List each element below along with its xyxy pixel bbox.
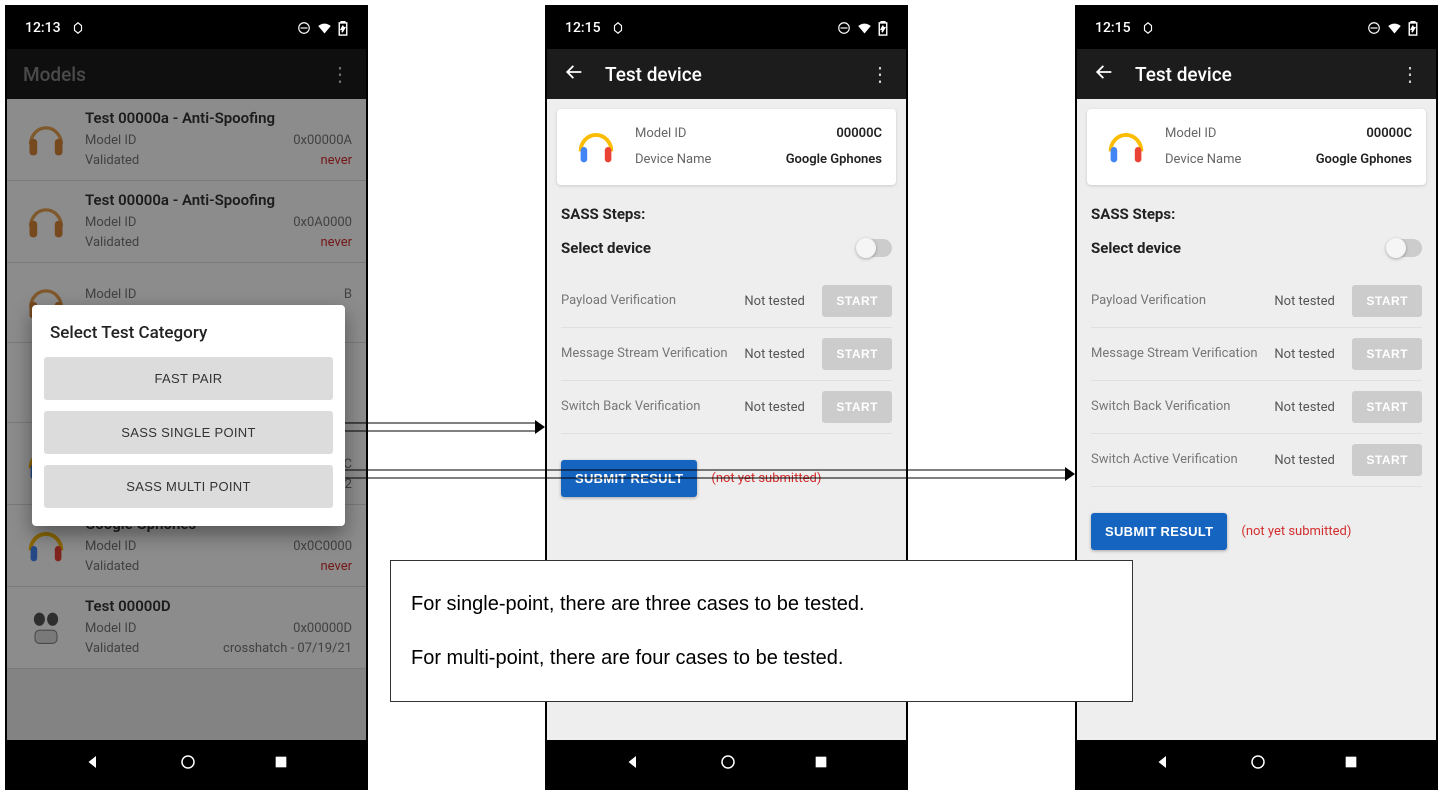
status-bar: 12:13 — [7, 7, 366, 49]
page-title: Test device — [1135, 63, 1232, 86]
device-card: Model ID 00000C Device Name Google Gphones — [1087, 109, 1426, 185]
sass-steps-title: SASS Steps: — [1091, 205, 1422, 223]
phone-models: 12:13 Models ⋮ Test 00000a - Anti-Spoofi… — [5, 5, 368, 790]
select-device-toggle[interactable] — [1388, 239, 1422, 257]
wifi-icon — [1387, 21, 1402, 36]
home-icon[interactable] — [719, 753, 737, 775]
step-status: Not tested — [1274, 453, 1344, 468]
headphones-color-icon — [1101, 122, 1151, 172]
recent-icon[interactable] — [273, 754, 289, 774]
annotation-line-2: For multi-point, there are four cases to… — [411, 643, 1112, 673]
debug-icon — [611, 21, 625, 35]
clock: 12:15 — [1095, 20, 1131, 36]
start-button[interactable]: START — [822, 391, 892, 423]
step-status: Not tested — [1274, 347, 1344, 362]
model-id-label: Model ID — [1165, 121, 1216, 147]
start-button[interactable]: START — [1352, 444, 1422, 476]
select-test-category-dialog: Select Test Category FAST PAIR SASS SING… — [32, 305, 345, 526]
wifi-icon — [857, 21, 872, 36]
annotation-line-1: For single-point, there are three cases … — [411, 589, 1112, 619]
device-name-label: Device Name — [1165, 147, 1241, 173]
wifi-icon — [317, 21, 332, 36]
app-bar: Test device ⋮ — [547, 49, 906, 99]
page-title: Test device — [605, 63, 702, 86]
home-icon[interactable] — [179, 753, 197, 775]
back-arrow-icon[interactable] — [563, 61, 585, 87]
device-name-value: Google Gphones — [786, 147, 882, 173]
status-bar: 12:15 — [1077, 7, 1436, 49]
annotation-box: For single-point, there are three cases … — [390, 560, 1133, 702]
battery-icon — [1408, 21, 1418, 36]
step-status: Not tested — [744, 347, 814, 362]
back-icon[interactable] — [624, 753, 642, 775]
menu-icon[interactable]: ⋮ — [1400, 62, 1420, 86]
back-icon[interactable] — [1154, 753, 1172, 775]
test-step-row: Switch Back Verification Not tested START — [561, 381, 892, 434]
test-step-row: Switch Back Verification Not tested START — [1091, 381, 1422, 434]
step-label: Switch Back Verification — [561, 399, 736, 416]
step-label: Message Stream Verification — [561, 346, 736, 363]
test-step-row: Message Stream Verification Not tested STA… — [1091, 328, 1422, 381]
clock: 12:13 — [25, 20, 61, 36]
step-label: Switch Back Verification — [1091, 399, 1266, 416]
start-button[interactable]: START — [1352, 338, 1422, 370]
step-status: Not tested — [1274, 294, 1344, 309]
step-status: Not tested — [744, 294, 814, 309]
headphones-color-icon — [571, 122, 621, 172]
debug-icon — [71, 21, 85, 35]
start-button[interactable]: START — [1352, 391, 1422, 423]
nav-bar — [547, 740, 906, 788]
submit-status: (not yet submitted) — [1241, 524, 1351, 539]
model-id-value: 00000C — [836, 121, 882, 147]
start-button[interactable]: START — [822, 338, 892, 370]
step-label: Message Stream Verification — [1091, 346, 1266, 363]
sass-steps-title: SASS Steps: — [561, 205, 892, 223]
test-step-row: Message Stream Verification Not tested STA… — [561, 328, 892, 381]
nav-bar — [7, 740, 366, 788]
step-label: Payload Verification — [1091, 293, 1266, 310]
dnd-icon — [1367, 21, 1381, 35]
app-bar: Test device ⋮ — [1077, 49, 1436, 99]
submit-result-button[interactable]: SUBMIT RESULT — [1091, 513, 1227, 550]
recent-icon[interactable] — [1343, 754, 1359, 774]
device-card: Model ID 00000C Device Name Google Gphones — [557, 109, 896, 185]
clock: 12:15 — [565, 20, 601, 36]
debug-icon — [1141, 21, 1155, 35]
test-step-row: Payload Verification Not tested START — [1091, 275, 1422, 328]
dnd-icon — [297, 21, 311, 35]
menu-icon[interactable]: ⋮ — [870, 62, 890, 86]
device-name-value: Google Gphones — [1316, 147, 1412, 173]
sass-single-point-button[interactable]: SASS SINGLE POINT — [44, 411, 333, 454]
fast-pair-button[interactable]: FAST PAIR — [44, 357, 333, 400]
select-device-toggle[interactable] — [858, 239, 892, 257]
nav-bar — [1077, 740, 1436, 788]
battery-icon — [338, 21, 348, 36]
battery-icon — [878, 21, 888, 36]
start-button[interactable]: START — [822, 285, 892, 317]
step-status: Not tested — [744, 400, 814, 415]
back-arrow-icon[interactable] — [1093, 61, 1115, 87]
step-label: Switch Active Verification — [1091, 452, 1266, 469]
submit-result-button[interactable]: SUBMIT RESULT — [561, 460, 697, 497]
recent-icon[interactable] — [813, 754, 829, 774]
model-id-label: Model ID — [635, 121, 686, 147]
select-device-label: Select device — [1091, 239, 1181, 257]
step-label: Payload Verification — [561, 293, 736, 310]
start-button[interactable]: START — [1352, 285, 1422, 317]
dialog-title: Select Test Category — [44, 323, 333, 343]
dnd-icon — [837, 21, 851, 35]
submit-status: (not yet submitted) — [711, 471, 821, 486]
step-status: Not tested — [1274, 400, 1344, 415]
home-icon[interactable] — [1249, 753, 1267, 775]
model-id-value: 00000C — [1366, 121, 1412, 147]
test-step-row: Switch Active Verification Not tested STAR… — [1091, 434, 1422, 487]
sass-multi-point-button[interactable]: SASS MULTI POINT — [44, 465, 333, 508]
select-device-label: Select device — [561, 239, 651, 257]
device-name-label: Device Name — [635, 147, 711, 173]
status-bar: 12:15 — [547, 7, 906, 49]
test-step-row: Payload Verification Not tested START — [561, 275, 892, 328]
back-icon[interactable] — [84, 753, 102, 775]
